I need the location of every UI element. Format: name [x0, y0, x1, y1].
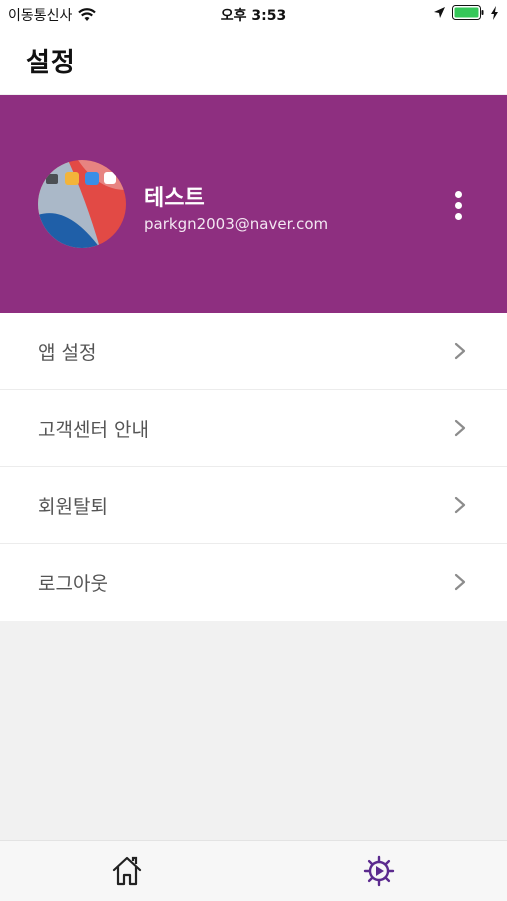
header: 설정: [0, 28, 507, 94]
more-dot-icon: [454, 212, 462, 220]
tab-bar: [0, 840, 507, 901]
avatar-image: [38, 160, 126, 248]
more-dot-icon: [454, 190, 462, 198]
menu-item-label: 회원탈퇴: [38, 496, 108, 518]
settings-menu: 앱 설정 고객센터 안내 회원탈퇴 로그아웃: [0, 313, 507, 621]
menu-item-customer-center[interactable]: 고객센터 안내: [0, 390, 507, 467]
profile-email: parkgn2003@naver.com: [144, 215, 329, 233]
tab-settings[interactable]: [361, 853, 397, 889]
profile-name: 테스트: [144, 186, 205, 211]
avatar[interactable]: [38, 160, 126, 248]
menu-item-app-settings[interactable]: 앱 설정: [0, 313, 507, 390]
location-icon: [434, 7, 445, 18]
profile-card: 테스트 parkgn2003@naver.com: [0, 95, 507, 313]
chevron-right-icon: [454, 573, 466, 591]
menu-item-label: 앱 설정: [38, 342, 97, 364]
status-bar: 이동통신사 오후 3:53: [0, 0, 507, 28]
chevron-right-icon: [454, 419, 466, 437]
more-dot-icon: [454, 201, 462, 209]
charging-icon: [491, 5, 498, 20]
battery-icon: [452, 5, 484, 20]
settings-gear-icon: [363, 855, 395, 887]
menu-item-label: 고객센터 안내: [38, 419, 149, 441]
chevron-right-icon: [454, 342, 466, 360]
chevron-right-icon: [454, 496, 466, 514]
more-options-button[interactable]: [445, 185, 471, 225]
clock: 오후 3:53: [220, 8, 287, 24]
menu-item-label: 로그아웃: [38, 573, 108, 595]
menu-item-withdraw[interactable]: 회원탈퇴: [0, 467, 507, 544]
tab-home[interactable]: [109, 853, 145, 889]
page-title: 설정: [26, 48, 76, 78]
menu-item-logout[interactable]: 로그아웃: [0, 544, 507, 621]
status-right: [433, 5, 499, 20]
home-icon: [112, 856, 142, 886]
